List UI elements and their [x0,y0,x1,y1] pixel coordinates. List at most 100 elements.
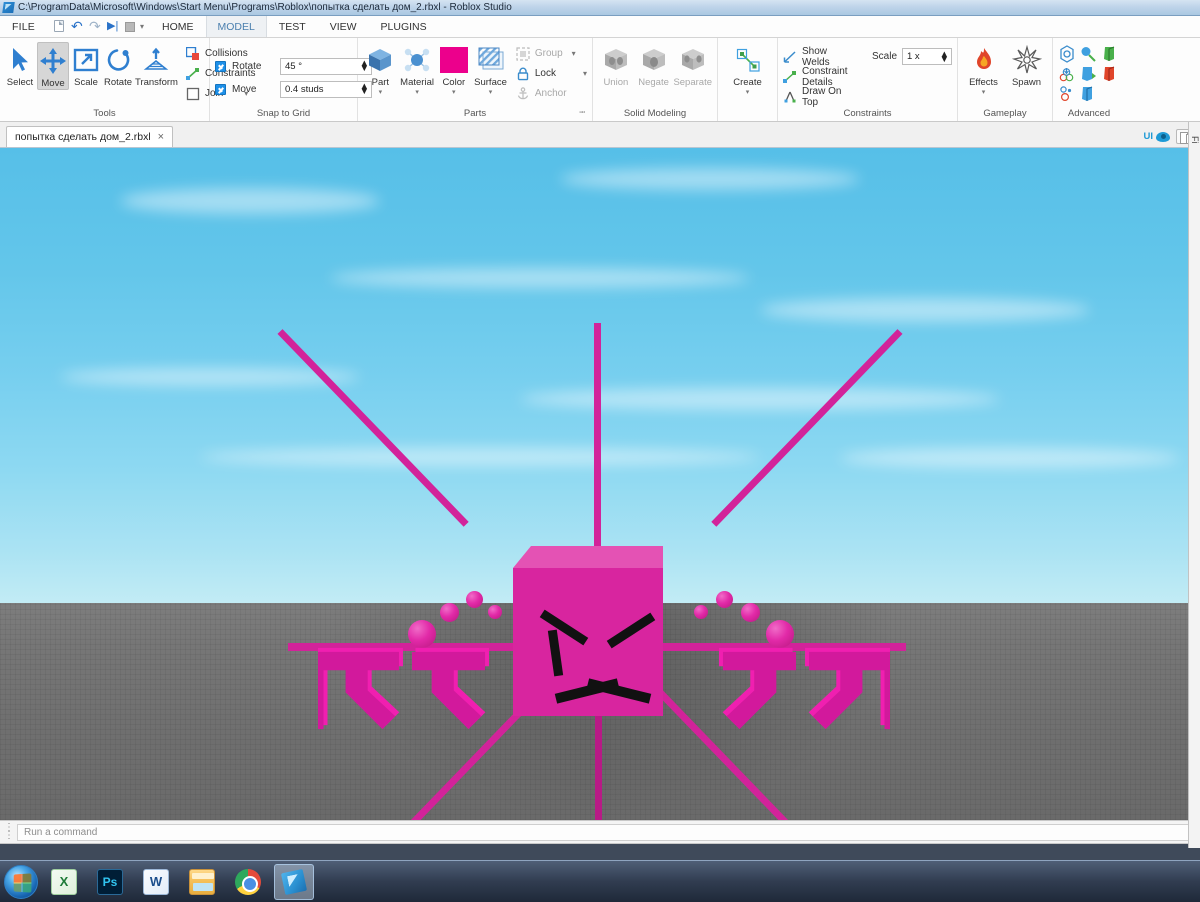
undo-icon[interactable]: ↶ [71,19,84,33]
parts-dialog-launcher-icon[interactable]: ⭲ [579,106,585,120]
right-dock-panel[interactable]: Fi [1188,122,1200,848]
close-icon[interactable]: × [158,131,164,143]
group-button[interactable]: Group ▾ [516,45,587,62]
constraint-details-label: Constraint Details [802,65,848,88]
drag-grip-icon[interactable]: ⋮ ⋮ [4,823,14,841]
excel-taskbar-icon[interactable]: X [44,864,84,900]
new-document-icon[interactable] [53,20,66,33]
draw-on-top-toggle[interactable]: Draw On Top [783,86,856,108]
plugin-download-icon[interactable] [1058,65,1076,83]
spawn-button[interactable]: Spawn [1006,42,1047,88]
start-button[interactable] [4,864,38,899]
surface-button[interactable]: Surface ▾ [473,42,508,96]
anchor-label: Anchor [534,88,567,99]
3d-viewport[interactable] [0,148,1200,820]
lock-caret-icon[interactable]: ▾ [583,69,587,78]
chrome-taskbar-icon[interactable] [228,864,268,900]
create-caret-icon[interactable]: ▾ [746,89,750,96]
bracket-limb[interactable] [700,646,797,739]
ui-visibility-toggle[interactable]: UI [1144,131,1170,142]
surface-caret-icon[interactable]: ▾ [489,89,493,96]
effects-button[interactable]: Effects ▾ [963,42,1004,96]
effects-caret-icon[interactable]: ▾ [982,89,986,96]
snap-move-row: Move 0.4 studs ▲ ▼ [215,80,372,99]
show-welds-toggle[interactable]: Show Welds [783,46,856,68]
advanced-group-title: Advanced [1067,108,1111,119]
select-tool-button[interactable]: Select [5,42,35,88]
sphere-part[interactable] [716,591,733,608]
negate-button[interactable]: Negate [636,42,672,88]
create-constraint-button[interactable]: Create ▾ [725,42,771,96]
explorer-taskbar-icon[interactable] [182,864,222,900]
folder-icon [189,868,215,895]
part-button[interactable]: Part ▾ [363,42,398,96]
union-button[interactable]: Union [598,42,634,88]
advanced-icon-grid [1058,42,1120,104]
color-button[interactable]: Color ▾ [436,42,471,96]
windows-taskbar: X Ps W [0,860,1200,902]
part-caret-icon[interactable]: ▾ [379,89,383,96]
ribbon-group-constraints: Show Welds Constraint Details Draw On To… [778,38,958,121]
eyebrow-left [539,609,589,646]
sphere-part[interactable] [766,620,794,648]
sphere-part[interactable] [741,603,760,622]
customize-caret-icon[interactable]: ▾ [140,22,144,31]
document-tab-bar: попытка сделать дом_2.rbxl × UI [0,122,1200,148]
scale-spinner[interactable]: ▲ ▼ [940,49,949,64]
scale-input[interactable]: 1 x ▲ ▼ [902,48,952,65]
material-atom-icon [402,45,432,75]
redo-icon[interactable]: ↷ [89,19,102,33]
color-caret-icon[interactable]: ▾ [452,89,456,96]
roblox-taskbar-icon[interactable] [274,863,314,900]
move-arrows-icon [38,46,68,76]
tab-view[interactable]: VIEW [318,16,369,37]
ribbon-group-parts: Part ▾ Material ▾ Color ▾ Surface ▾ Grou… [358,38,593,121]
green-script-icon[interactable] [1100,45,1118,63]
snap-rotate-row: Rotate 45 ° ▲ ▼ [215,57,372,76]
material-caret-icon[interactable]: ▾ [415,89,419,96]
constraint-details-toggle[interactable]: Constraint Details [783,65,856,88]
blue-script-icon[interactable] [1079,65,1097,83]
settings-dots-icon[interactable] [1058,85,1076,103]
photoshop-taskbar-icon[interactable]: Ps [90,864,130,900]
document-tab[interactable]: попытка сделать дом_2.rbxl × [6,126,174,147]
red-script-icon[interactable] [1100,65,1118,83]
separate-button[interactable]: Separate [673,42,712,88]
sphere-part[interactable] [440,603,459,622]
tab-home[interactable]: HOME [150,16,206,37]
bracket-limb[interactable] [306,646,414,739]
lock-button[interactable]: Lock ▾ [516,65,587,82]
snap-rotate-checkbox[interactable] [215,60,226,72]
bracket-limb[interactable] [794,646,902,739]
service-gear-icon[interactable] [1058,45,1076,63]
run-script-icon[interactable] [1079,45,1097,63]
beam-bottom [595,708,602,820]
play-icon[interactable]: ▶| [107,20,120,33]
sphere-part[interactable] [694,605,708,619]
tab-model[interactable]: MODEL [205,16,267,37]
transform-tool-button[interactable]: Transform [135,42,178,88]
tab-plugins[interactable]: PLUGINS [369,16,439,37]
sphere-part[interactable] [488,605,502,619]
scale-tool-button[interactable]: Scale [71,42,101,88]
sphere-part[interactable] [466,591,483,608]
material-button[interactable]: Material ▾ [400,42,435,96]
word-taskbar-icon[interactable]: W [136,864,176,900]
snap-move-checkbox[interactable] [215,83,226,95]
tab-test[interactable]: TEST [267,16,318,37]
negate-label: Negate [638,77,669,88]
select-tool-label: Select [6,77,34,88]
stop-icon[interactable] [124,22,135,32]
rotate-tool-button[interactable]: Rotate [103,42,133,88]
model-script-icon[interactable] [1079,85,1097,103]
move-tool-button[interactable]: Move [37,42,69,90]
create-constraint-icon [733,45,763,75]
sphere-part[interactable] [408,620,436,648]
anchor-button[interactable]: Anchor [516,85,587,102]
bracket-limb[interactable] [411,646,508,739]
group-caret-icon[interactable]: ▾ [572,49,576,58]
ribbon-tabs: HOME MODEL TEST VIEW PLUGINS [150,16,439,37]
head-cube-part[interactable] [513,546,663,716]
file-menu-button[interactable]: FILE [0,16,47,37]
command-input[interactable]: Run a command [17,823,1197,841]
